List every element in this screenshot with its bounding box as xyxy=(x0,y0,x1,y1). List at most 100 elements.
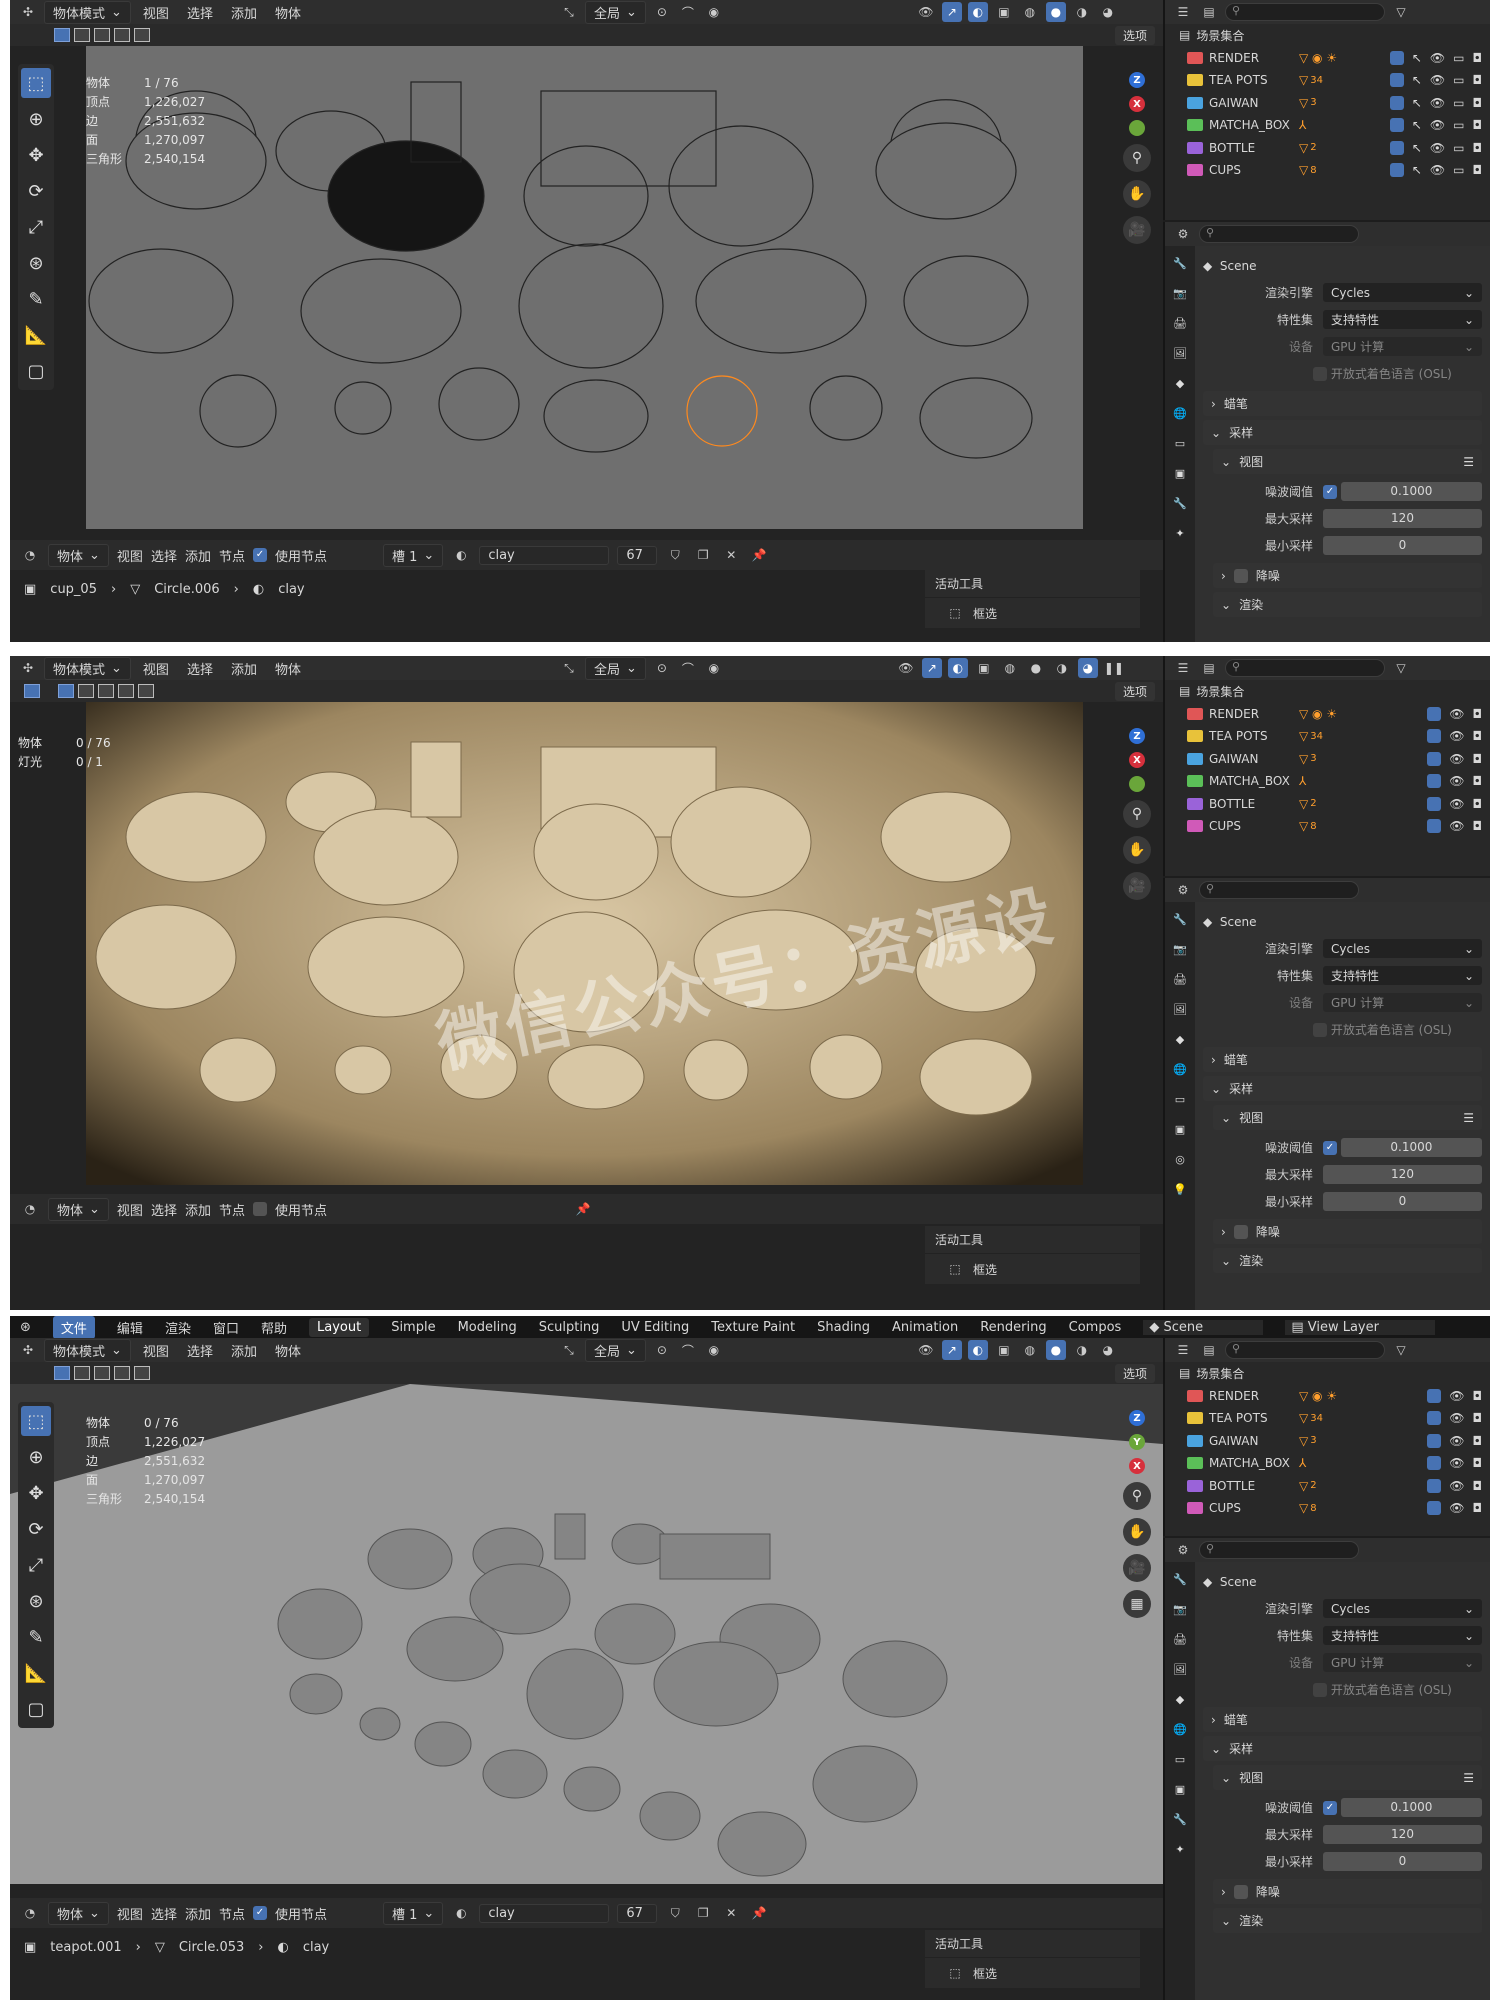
object-dropdown[interactable]: 物体 ⌄ xyxy=(48,1197,109,1221)
select-extend-icon[interactable] xyxy=(78,684,94,698)
visibility-icon[interactable]: 👁 xyxy=(916,1340,936,1360)
render-subsection[interactable]: ⌄ 渲染 xyxy=(1213,592,1482,617)
material-icon[interactable]: ◐ xyxy=(451,1903,471,1923)
light-tab-icon[interactable]: 💡 xyxy=(1171,1180,1189,1198)
menu-node[interactable]: 节点 xyxy=(219,546,245,565)
duplicate-icon[interactable]: ❐ xyxy=(693,1903,713,1923)
y-axis-icon[interactable] xyxy=(1129,776,1145,792)
wireframe-shading-icon[interactable]: ◍ xyxy=(1020,1340,1040,1360)
snap-icon[interactable]: ⌒ xyxy=(678,1340,698,1360)
material-field[interactable]: clay xyxy=(479,545,610,565)
feature-dropdown[interactable]: 支持特性 ⌄ xyxy=(1323,966,1482,985)
monitor-icon[interactable]: ▭ xyxy=(1453,141,1464,155)
camera-icon[interactable]: 🎥 xyxy=(1123,1554,1151,1582)
render-camera-icon[interactable]: ◘ xyxy=(1473,1389,1483,1403)
orientation-dropdown[interactable]: 全局 ⌄ xyxy=(584,1338,646,1362)
grid-perspective-icon[interactable]: ▦ xyxy=(1123,1590,1151,1618)
select-intersect-icon[interactable] xyxy=(134,1366,150,1380)
select-invert-icon[interactable] xyxy=(118,684,134,698)
sampling-section[interactable]: ⌄ 采样 xyxy=(1203,420,1482,445)
eye-icon[interactable]: 👁 xyxy=(1449,774,1464,788)
slot-dropdown[interactable]: 槽 1 ⌄ xyxy=(383,543,444,567)
collection-row[interactable]: CUPS ▽ 8 👁 ◘ xyxy=(1165,815,1490,838)
grease-pencil-section[interactable]: › 蜡笔 xyxy=(1203,391,1482,416)
zoom-icon[interactable]: ⚲ xyxy=(1123,800,1151,828)
collection-row[interactable]: BOTTLE ▽ 2 👁 ◘ xyxy=(1165,1475,1490,1498)
monitor-icon[interactable]: ▭ xyxy=(1453,96,1464,110)
exclude-checkbox[interactable] xyxy=(1427,1411,1442,1426)
properties-editor-icon[interactable]: ⚙ xyxy=(1173,1540,1193,1560)
modifier-tab-icon[interactable]: 🔧 xyxy=(1171,494,1189,512)
device-dropdown[interactable]: GPU 计算 ⌄ xyxy=(1323,993,1482,1012)
proportional-icon[interactable]: ◉ xyxy=(704,658,724,678)
scene-tab-icon[interactable]: ◆ xyxy=(1171,1030,1189,1048)
denoise-checkbox[interactable] xyxy=(1233,1884,1248,1899)
options-button[interactable]: 选项 xyxy=(1114,1364,1155,1383)
scale-tool-icon[interactable]: ⤢ xyxy=(21,1550,51,1580)
menu-help[interactable]: 帮助 xyxy=(261,1318,287,1337)
zoom-icon[interactable]: ⚲ xyxy=(1123,1482,1151,1510)
view-layer-tab-icon[interactable]: 🖼 xyxy=(1171,1660,1189,1678)
exclude-checkbox[interactable] xyxy=(1427,1501,1442,1516)
tool-tab-icon[interactable]: 🔧 xyxy=(1171,254,1189,272)
object-dropdown[interactable]: 物体 ⌄ xyxy=(48,543,109,567)
zoom-icon[interactable]: ⚲ xyxy=(1123,144,1151,172)
wireframe-shading-icon[interactable]: ◍ xyxy=(1020,2,1040,22)
proportional-icon[interactable]: ◉ xyxy=(704,1340,724,1360)
editor-type-icon[interactable]: ◔ xyxy=(20,1199,40,1219)
eye-icon[interactable]: 👁 xyxy=(1430,141,1445,155)
scene-selector[interactable]: ◆ Scene xyxy=(1143,1319,1264,1335)
exclude-checkbox[interactable] xyxy=(1389,73,1404,88)
filter-icon[interactable]: ▽ xyxy=(1391,1340,1411,1360)
menu-view[interactable]: 视图 xyxy=(137,1,175,24)
grease-pencil-section[interactable]: › 蜡笔 xyxy=(1203,1707,1482,1732)
scene-collection-row[interactable]: ▤ 场景集合 xyxy=(1165,1362,1490,1385)
list-icon[interactable]: ☰ xyxy=(1463,455,1474,469)
gizmo-icon[interactable]: ↗ xyxy=(921,658,942,678)
menu-add[interactable]: 添加 xyxy=(225,657,263,680)
world-tab-icon[interactable]: 🌐 xyxy=(1171,1060,1189,1078)
material-field[interactable]: clay xyxy=(479,1903,610,1923)
pan-hand-icon[interactable]: ✋ xyxy=(1123,836,1151,864)
menu-add[interactable]: 添加 xyxy=(185,1904,211,1923)
object-dropdown[interactable]: 物体 ⌄ xyxy=(48,1901,109,1925)
render-tab-icon[interactable]: 📷 xyxy=(1171,284,1189,302)
user-count[interactable]: 67 xyxy=(617,1903,658,1923)
use-nodes-checkbox[interactable] xyxy=(252,1202,267,1216)
list-icon[interactable]: ☰ xyxy=(1463,1771,1474,1785)
select-icon[interactable]: ↖ xyxy=(1412,73,1422,87)
render-camera-icon[interactable]: ◘ xyxy=(1473,1434,1483,1448)
menu-view[interactable]: 视图 xyxy=(117,1904,143,1923)
xray-icon[interactable]: ▣ xyxy=(974,658,994,678)
filter-icon[interactable]: ▽ xyxy=(1391,2,1411,22)
collection-tab-icon[interactable]: ▭ xyxy=(1171,1750,1189,1768)
noise-threshold-checkbox[interactable]: ✓ xyxy=(1323,1800,1337,1815)
z-axis-icon[interactable]: Z xyxy=(1129,728,1145,744)
osl-checkbox[interactable] xyxy=(1313,1682,1327,1697)
select-new-icon[interactable] xyxy=(54,28,70,42)
tab-compositing[interactable]: Compos xyxy=(1069,1320,1122,1335)
select-box-icon[interactable] xyxy=(24,684,40,698)
max-samples-field[interactable]: 120 xyxy=(1323,1825,1482,1844)
monitor-icon[interactable]: ▭ xyxy=(1453,163,1464,177)
exclude-checkbox[interactable] xyxy=(1389,50,1404,65)
gizmo-icon[interactable]: ↗ xyxy=(941,1340,962,1360)
render-camera-icon[interactable]: ◘ xyxy=(1473,73,1483,87)
render-camera-icon[interactable]: ◘ xyxy=(1473,51,1483,65)
mode-dropdown[interactable]: 物体模式 ⌄ xyxy=(44,1338,131,1362)
collection-row[interactable]: CUPS ▽ 8 ↖ 👁 ▭ ◘ xyxy=(1165,159,1490,182)
denoise-section[interactable]: › 降噪 xyxy=(1213,1219,1482,1244)
collection-row[interactable]: TEA POTS ▽ 34 👁 ◘ xyxy=(1165,1407,1490,1430)
outliner-search-input[interactable]: ⚲ xyxy=(1225,659,1385,677)
exclude-checkbox[interactable] xyxy=(1389,95,1404,110)
collection-tab-icon[interactable]: ▭ xyxy=(1171,1090,1189,1108)
outliner-icon[interactable]: ☰ xyxy=(1173,658,1193,678)
tab-uv-editing[interactable]: UV Editing xyxy=(621,1320,689,1335)
active-tool-title[interactable]: 活动工具 xyxy=(925,570,1140,598)
active-tool-title[interactable]: 活动工具 xyxy=(925,1930,1140,1958)
transform-orientation-icon[interactable]: ⤡ xyxy=(559,1340,579,1360)
eye-icon[interactable]: 👁 xyxy=(1449,797,1464,811)
orientation-dropdown[interactable]: 全局 ⌄ xyxy=(584,656,646,680)
duplicate-icon[interactable]: ❐ xyxy=(693,545,713,565)
snap-icon[interactable]: ⌒ xyxy=(678,2,698,22)
